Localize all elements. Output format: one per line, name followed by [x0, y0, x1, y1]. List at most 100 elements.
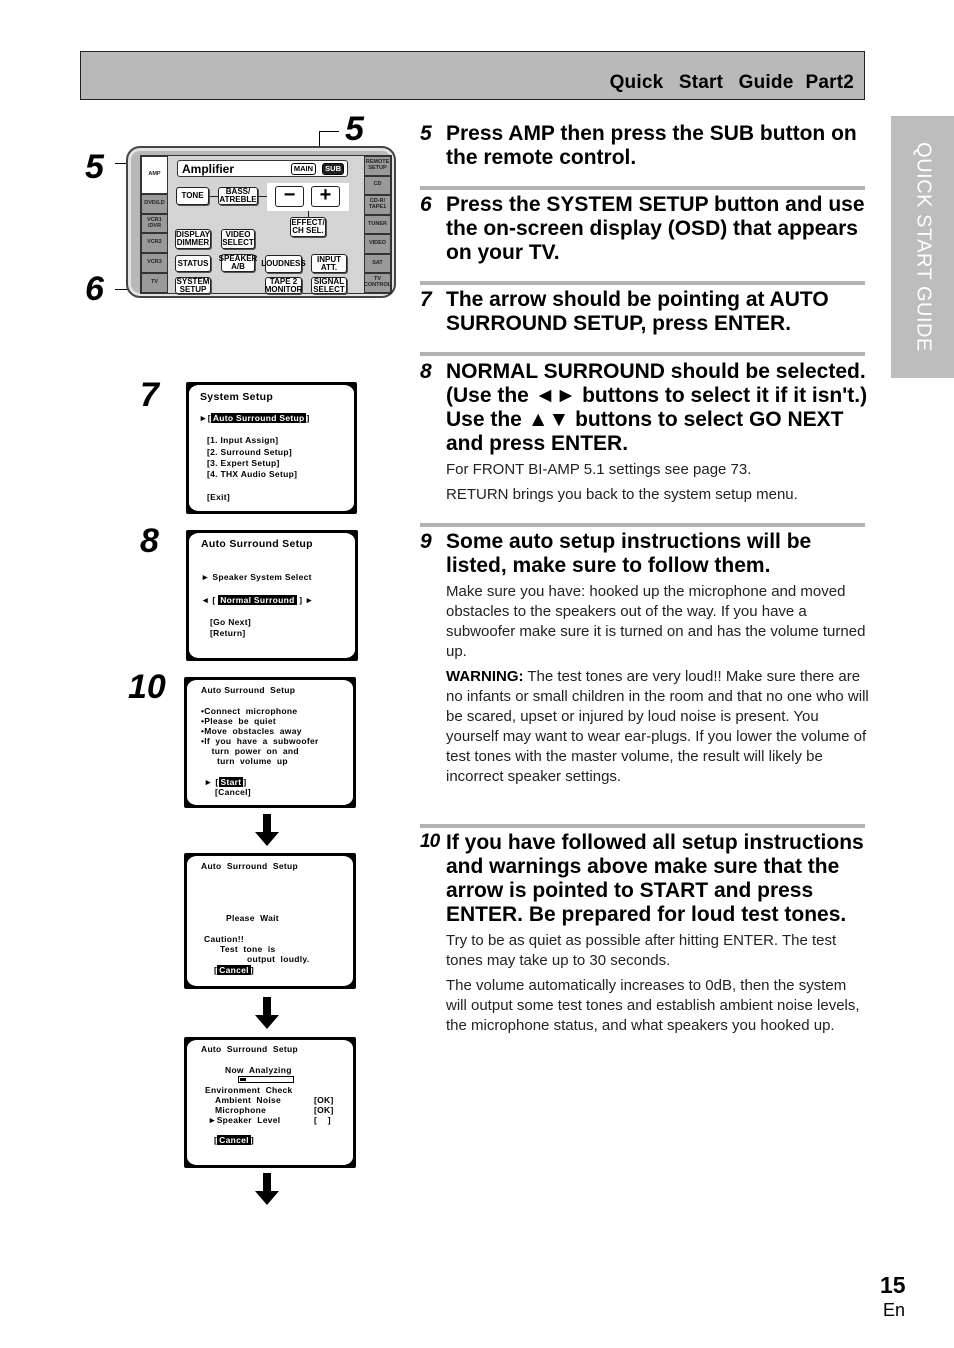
osd-go-next[interactable]: [Go Next]	[210, 617, 251, 627]
remote-mode-sub[interactable]: SUB	[322, 163, 344, 175]
remote-right-column: REMOTE SETUP CD CD-R/ TAPE1 TUNER VIDEO …	[364, 156, 391, 294]
remote-button-cd[interactable]: CD	[364, 175, 391, 196]
section-divider	[420, 281, 865, 285]
step-paragraph: The volume automatically increases to 0d…	[446, 977, 860, 1034]
callout-line	[319, 131, 339, 132]
remote-button-tone[interactable]: TONE	[176, 187, 209, 205]
step-number: 6	[420, 193, 432, 216]
remote-volume-box: − +	[267, 183, 349, 211]
step-paragraph: For FRONT BI-AMP 5.1 settings see page 7…	[446, 461, 752, 478]
step-paragraph: RETURN brings you back to the system set…	[446, 486, 798, 503]
remote-button-remote-setup[interactable]: REMOTE SETUP	[364, 156, 391, 176]
section-divider	[420, 824, 865, 828]
osd-instructions: Auto Surround Setup •Connect microphone …	[184, 677, 356, 808]
osd-now-analyzing: Auto Surround Setup Now Analyzing Enviro…	[184, 1037, 356, 1168]
step-9: 9 Some auto setup instructions will be l…	[420, 530, 870, 787]
osd-menu-item[interactable]: [4. THX Audio Setup]	[207, 469, 297, 479]
remote-button-system-setup[interactable]: SYSTEM SETUP	[175, 277, 211, 294]
remote-button-dvd-ld[interactable]: DVD/LD	[141, 193, 168, 214]
osd-cancel-button[interactable]: Cancel	[217, 965, 251, 975]
down-arrow-icon	[255, 1173, 279, 1205]
osd-selected-item[interactable]: Auto Surround Setup	[210, 413, 307, 423]
remote-display-bar: Amplifier MAIN SUB	[177, 160, 348, 177]
remote-button-loudness[interactable]: LOUDNESS	[261, 255, 306, 273]
step-body: For FRONT BI-AMP 5.1 settings see page 7…	[446, 460, 870, 505]
section-divider	[420, 186, 865, 190]
step-heading: If you have followed all setup instructi…	[446, 831, 864, 926]
step-8: 8 NORMAL SURROUND should be selected. (U…	[420, 360, 870, 505]
osd-title: Auto Surround Setup	[201, 685, 296, 695]
header-part: Part2	[805, 72, 854, 93]
down-arrow-icon	[255, 997, 279, 1029]
step-heading: The arrow should be pointing at AUTO SUR…	[446, 288, 829, 335]
progress-fill	[240, 1078, 247, 1081]
osd-return[interactable]: [Return]	[210, 628, 245, 638]
remote-button-tape2-monitor[interactable]: TAPE 2 MONITOR	[265, 277, 302, 294]
osd-instruction-line: turn power on and	[201, 746, 299, 756]
osd-menu-item[interactable]: [2. Surround Setup]	[207, 447, 292, 457]
osd-selected-mode[interactable]: Normal Surround	[218, 595, 297, 605]
osd-cancel-button[interactable]: Cancel	[217, 1135, 251, 1145]
osd-check-label: ►Speaker Level	[208, 1115, 281, 1125]
remote-button-plus[interactable]: +	[311, 185, 340, 207]
remote-button-display-dimmer[interactable]: DISPLAY DIMMER	[175, 229, 211, 249]
osd-instruction-line: •If you have a subwoofer	[201, 736, 319, 746]
osd-start-button[interactable]: Start	[218, 777, 244, 787]
step-number: 5	[420, 122, 432, 145]
osd-start-row: ► [Start]	[204, 777, 247, 787]
step-7: 7 The arrow should be pointing at AUTO S…	[420, 288, 870, 336]
osd-menu-item[interactable]: [1. Input Assign]	[207, 435, 278, 445]
step-paragraph: Try to be as quiet as possible after hit…	[446, 932, 837, 969]
remote-button-video[interactable]: VIDEO	[364, 234, 391, 254]
header-band: Quick Start Guide Part2	[80, 51, 865, 100]
osd-status: Now Analyzing	[225, 1065, 292, 1075]
step-number: 9	[420, 530, 432, 553]
step-body: Try to be as quiet as possible after hit…	[446, 931, 870, 1036]
remote-button-speaker-ab[interactable]: SPEAKER A/B	[219, 254, 257, 272]
remote-button-vcr3[interactable]: VCR3	[141, 253, 168, 274]
remote-button-cdr-tape1[interactable]: CD-R/ TAPE1	[364, 195, 391, 215]
analysis-progress-bar	[238, 1076, 294, 1083]
step-5: 5 Press AMP then press the SUB button on…	[420, 122, 870, 170]
side-tab-label: QUICK START GUIDE	[912, 142, 934, 352]
remote-button-effect-ch-sel[interactable]: EFFECT/ CH SEL.	[290, 217, 326, 237]
remote-display-title: Amplifier	[182, 162, 235, 176]
osd-cancel-row: [Cancel]	[214, 1135, 254, 1145]
osd-cancel[interactable]: [Cancel]	[215, 787, 251, 797]
remote-button-status[interactable]: STATUS	[175, 255, 211, 272]
remote-button-vcr2[interactable]: VCR2	[141, 233, 168, 254]
osd-menu-item[interactable]: [3. Expert Setup]	[207, 458, 280, 468]
remote-button-tv-control[interactable]: TV CONTROL	[364, 273, 391, 294]
osd-instruction-line: •Move obstacles away	[201, 726, 302, 736]
remote-mode-main[interactable]: MAIN	[290, 163, 316, 175]
remote-button-minus[interactable]: −	[275, 185, 304, 207]
remote-button-input-att[interactable]: INPUT ATT.	[311, 254, 347, 273]
osd-selected-row: ►[Auto Surround Setup]	[199, 413, 310, 423]
remote-button-bass-treble[interactable]: BASS/ ATREBLE	[218, 187, 258, 205]
remote-button-amp[interactable]: AMP	[141, 156, 168, 194]
warning-text: The test tones are very loud!! Make sure…	[446, 668, 869, 785]
osd-cancel-row: [Cancel]	[214, 965, 254, 975]
callout-number-sub: 5	[345, 110, 364, 148]
osd-env-check: Environment Check	[205, 1085, 293, 1095]
remote-button-vcr1[interactable]: VCR1 /DVR	[141, 213, 168, 234]
arrow-left-icon[interactable]: ◄ [	[201, 595, 216, 605]
remote-touch-panel: AMP DVD/LD VCR1 /DVR VCR2 VCR3 TV Amplif…	[140, 155, 392, 294]
section-divider	[420, 352, 865, 356]
osd-exit[interactable]: [Exit]	[207, 492, 230, 502]
osd-please-wait: Auto Surround Setup Please Wait Caution!…	[184, 853, 356, 989]
osd-check-label: Microphone	[215, 1105, 267, 1115]
figure-number-7: 7	[140, 376, 159, 414]
osd-title: Auto Surround Setup	[201, 861, 298, 871]
remote-button-signal-select[interactable]: SIGNAL SELECT	[311, 277, 347, 294]
callout-number-setup: 6	[85, 270, 104, 308]
arrow-right-icon[interactable]: ] ►	[299, 595, 314, 605]
osd-screen: Auto Surround Setup Now Analyzing Enviro…	[187, 1040, 353, 1165]
step-10: 10 If you have followed all setup instru…	[420, 831, 870, 1036]
remote-button-sat[interactable]: SAT	[364, 253, 391, 274]
osd-surround-selector: ◄ [ Normal Surround ] ►	[201, 595, 314, 605]
remote-button-tv[interactable]: TV	[141, 273, 168, 294]
remote-button-video-select[interactable]: VIDEO SELECT	[221, 229, 255, 249]
remote-button-tuner[interactable]: TUNER	[364, 214, 391, 235]
step-number: 8	[420, 360, 432, 383]
